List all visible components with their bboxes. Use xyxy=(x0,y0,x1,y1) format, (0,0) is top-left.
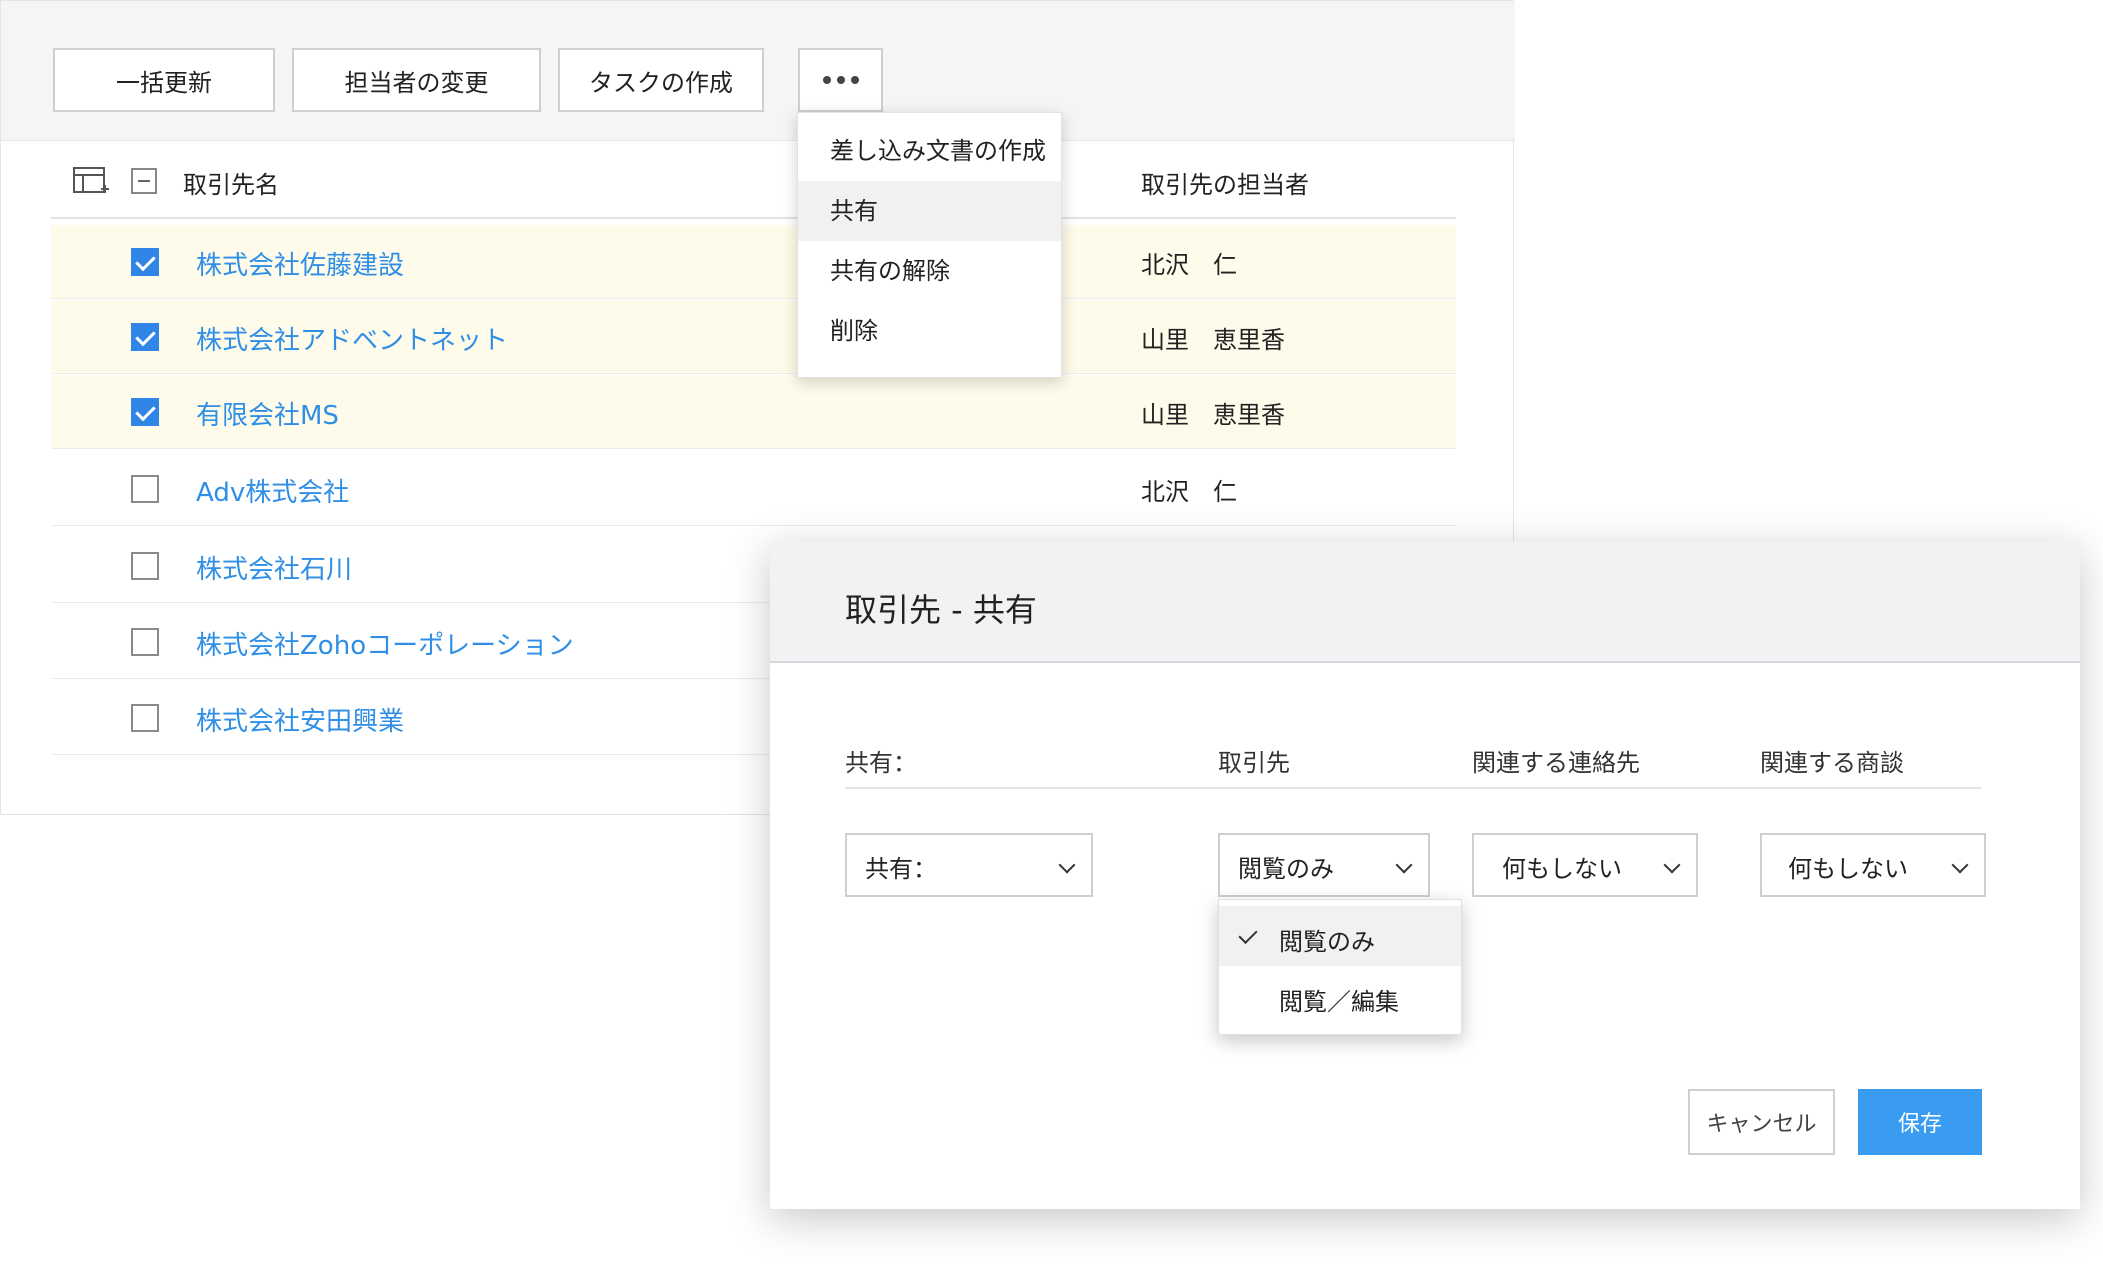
share-label: 共有： xyxy=(845,749,917,777)
share-dialog: 取引先 - 共有 共有： 取引先 関連する連絡先 関連する商談 共有： 閲覧のみ… xyxy=(770,541,2080,1209)
share-select[interactable]: 共有： xyxy=(845,833,1093,897)
share-select-value: 共有： xyxy=(865,855,937,883)
option-read-write[interactable]: 閲覧／編集 xyxy=(1219,966,1461,1026)
account-owner: 山里 恵里香 xyxy=(1141,401,1285,429)
more-actions-button[interactable] xyxy=(798,48,883,112)
save-button[interactable]: 保存 xyxy=(1858,1089,1982,1155)
more-horizontal-icon xyxy=(822,76,859,84)
option-read-only[interactable]: 閲覧のみ xyxy=(1219,906,1461,966)
table-row[interactable]: 株式会社佐藤建設 北沢 仁 xyxy=(51,225,1456,299)
cancel-button[interactable]: キャンセル xyxy=(1688,1089,1835,1155)
divider xyxy=(845,787,1981,789)
column-settings-icon[interactable] xyxy=(73,167,109,197)
chevron-down-icon xyxy=(1951,856,1969,874)
table-row[interactable]: 有限会社MS 山里 恵里香 xyxy=(51,375,1456,449)
contacts-label: 関連する連絡先 xyxy=(1472,749,1640,777)
toolbar: 一括更新 担当者の変更 タスクの作成 xyxy=(1,1,1515,141)
chevron-down-icon xyxy=(1058,856,1076,874)
account-permission-select[interactable]: 閲覧のみ xyxy=(1218,833,1430,897)
mass-update-button[interactable]: 一括更新 xyxy=(53,48,275,112)
account-name-link[interactable]: 株式会社Zohoコーポレーション xyxy=(196,625,574,662)
option-label: 閲覧のみ xyxy=(1279,928,1375,956)
contacts-permission-select[interactable]: 何もしない xyxy=(1472,833,1698,897)
row-checkbox[interactable] xyxy=(131,398,159,426)
account-permission-options: 閲覧のみ 閲覧／編集 xyxy=(1218,899,1462,1035)
option-label: 閲覧／編集 xyxy=(1279,988,1399,1016)
account-owner: 山里 恵里香 xyxy=(1141,326,1285,354)
menu-item-delete[interactable]: 削除 xyxy=(798,301,1061,361)
account-name-link[interactable]: Adv株式会社 xyxy=(196,472,349,509)
change-owner-button[interactable]: 担当者の変更 xyxy=(292,48,541,112)
row-checkbox[interactable] xyxy=(131,323,159,351)
row-checkbox[interactable] xyxy=(131,248,159,276)
account-name-link[interactable]: 株式会社佐藤建設 xyxy=(196,245,404,282)
account-owner: 北沢 仁 xyxy=(1141,251,1237,279)
more-actions-menu: 差し込み文書の作成 共有 共有の解除 削除 xyxy=(797,112,1062,378)
column-header-account-name[interactable]: 取引先名 xyxy=(183,165,279,200)
account-name-link[interactable]: 株式会社安田興業 xyxy=(196,701,404,738)
account-name-link[interactable]: 有限会社MS xyxy=(196,395,339,432)
menu-item-share[interactable]: 共有 xyxy=(798,181,1061,241)
deals-label: 関連する商談 xyxy=(1760,749,1904,777)
select-all-checkbox[interactable] xyxy=(131,168,157,194)
account-name-link[interactable]: 株式会社アドベントネット xyxy=(196,320,508,357)
create-task-button[interactable]: タスクの作成 xyxy=(558,48,764,112)
chevron-down-icon xyxy=(1395,856,1413,874)
check-icon xyxy=(1238,924,1258,945)
row-checkbox[interactable] xyxy=(131,552,159,580)
dialog-title: 取引先 - 共有 xyxy=(845,591,1037,629)
chevron-down-icon xyxy=(1663,856,1681,874)
table-row[interactable]: Adv株式会社 北沢 仁 xyxy=(51,452,1456,526)
menu-item-unshare[interactable]: 共有の解除 xyxy=(798,241,1061,301)
row-checkbox[interactable] xyxy=(131,475,159,503)
contacts-permission-value: 何もしない xyxy=(1502,855,1622,883)
deals-permission-select[interactable]: 何もしない xyxy=(1760,833,1986,897)
menu-item-mail-merge[interactable]: 差し込み文書の作成 xyxy=(798,121,1061,181)
column-header-account-owner[interactable]: 取引先の担当者 xyxy=(1141,165,1309,200)
dialog-header: 取引先 - 共有 xyxy=(770,541,2080,663)
deals-permission-value: 何もしない xyxy=(1788,855,1908,883)
account-owner: 北沢 仁 xyxy=(1141,478,1237,506)
account-label: 取引先 xyxy=(1218,749,1290,777)
row-checkbox[interactable] xyxy=(131,628,159,656)
table-header: 取引先名 取引先の担当者 xyxy=(51,151,1456,219)
account-name-link[interactable]: 株式会社石川 xyxy=(196,549,352,586)
table-row[interactable]: 株式会社アドベントネット 山里 恵里香 xyxy=(51,300,1456,374)
account-permission-value: 閲覧のみ xyxy=(1238,855,1334,883)
row-checkbox[interactable] xyxy=(131,704,159,732)
